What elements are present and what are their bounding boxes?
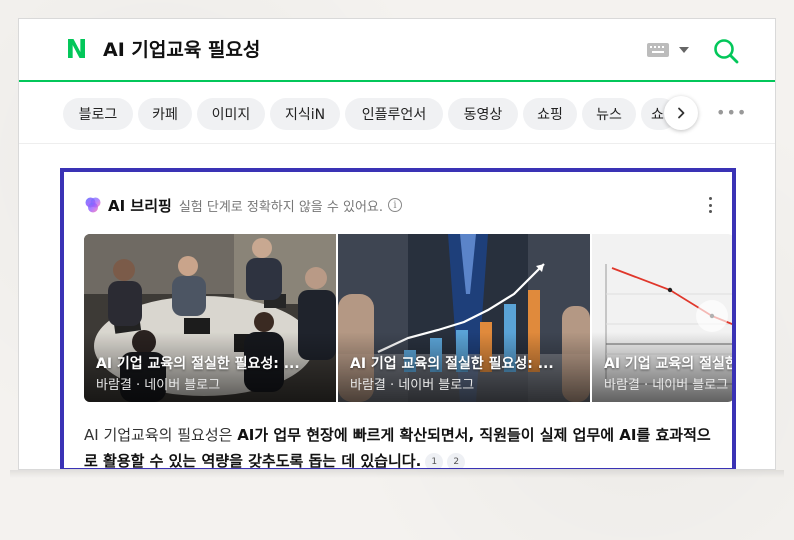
ai-briefing-card: AI 브리핑 실험 단계로 정확하지 않을 수 있어요. i AI 기업 교육의…	[60, 168, 736, 469]
keyboard-icon[interactable]	[647, 43, 669, 57]
citation-badge[interactable]: 1	[425, 452, 444, 468]
card-title[interactable]: AI 기업 교육의 절실한 필요성: ...	[604, 353, 732, 373]
ai-briefing-disclaimer: 실험 단계로 정확하지 않을 수 있어요.	[178, 199, 384, 215]
card-title[interactable]: AI 기업 교육의 절실한 필요성: ...	[350, 353, 582, 373]
tab-cafe[interactable]: 카페	[138, 98, 192, 130]
ai-briefing-title: AI 브리핑	[108, 196, 172, 215]
tab-image[interactable]: 이미지	[197, 98, 265, 130]
card-source: 바람결 · 네이버 블로그	[350, 378, 475, 393]
search-query-text[interactable]: AI 기업교육 필요성	[103, 37, 260, 63]
search-header: N AI 기업교육 필요성	[19, 19, 775, 82]
more-dots-icon[interactable]: •••	[716, 103, 746, 123]
naver-logo[interactable]: N	[63, 35, 89, 65]
caret-down-icon[interactable]	[679, 47, 689, 53]
briefing-source-card[interactable]: AI 기업 교육의 절실한 필요성: ... 바람결 · 네이버 블로그	[84, 234, 336, 402]
search-results-frame: N AI 기업교육 필요성 블로그 카페 이미지 지식iN 인플루언서 동영상 …	[18, 18, 776, 470]
ai-spark-icon	[85, 197, 101, 213]
tab-video[interactable]: 동영상	[448, 98, 518, 130]
search-icon[interactable]	[712, 37, 740, 65]
kebab-menu-icon[interactable]	[709, 197, 713, 213]
briefing-image-carousel: AI 기업 교육의 절실한 필요성: ... 바람결 · 네이버 블로그 AI …	[84, 234, 732, 402]
summary-lead: AI 기업교육의 필요성은	[84, 426, 238, 444]
card-title[interactable]: AI 기업 교육의 절실한 필요성: ...	[96, 353, 328, 373]
info-icon[interactable]: i	[388, 198, 403, 212]
ai-briefing-summary: AI 기업교육의 필요성은 AI가 업무 현장에 빠르게 확산되면서, 직원들이…	[84, 422, 724, 468]
tab-news[interactable]: 뉴스	[582, 98, 636, 130]
tab-shopping[interactable]: 쇼핑	[523, 98, 577, 130]
tab-influencer[interactable]: 인플루언서	[345, 98, 443, 130]
ai-briefing-header: AI 브리핑 실험 단계로 정확하지 않을 수 있어요. i	[84, 194, 403, 216]
chevron-right-icon	[678, 107, 685, 119]
card-source: 바람결 · 네이버 블로그	[604, 378, 729, 393]
tabs-next-button[interactable]	[664, 96, 698, 130]
tab-kin[interactable]: 지식iN	[270, 98, 340, 130]
frame-shadow	[10, 470, 784, 478]
card-source: 바람결 · 네이버 블로그	[96, 378, 221, 393]
tab-blog[interactable]: 블로그	[63, 98, 133, 130]
carousel-next-button[interactable]	[696, 300, 728, 332]
briefing-source-card[interactable]: AI 기업 교육의 절실한 필요성: ... 바람결 · 네이버 블로그	[338, 234, 590, 402]
citation-badge[interactable]: 2	[447, 452, 466, 468]
search-category-tabs: 블로그 카페 이미지 지식iN 인플루언서 동영상 쇼핑 뉴스 쇼 •••	[19, 84, 775, 144]
